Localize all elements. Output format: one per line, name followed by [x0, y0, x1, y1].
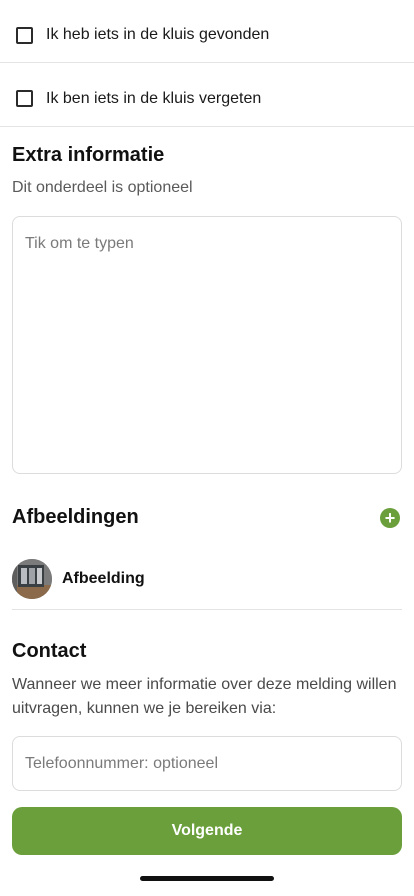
- extra-info-title: Extra informatie: [12, 144, 165, 166]
- checkbox-row-found[interactable]: Ik heb iets in de kluis gevonden: [0, 8, 414, 63]
- extra-info-subtitle: Dit onderdeel is optioneel: [12, 179, 193, 196]
- image-list-item[interactable]: Afbeelding: [12, 558, 402, 610]
- textarea-placeholder: Tik om te typen: [25, 235, 134, 252]
- next-button[interactable]: Volgende: [12, 807, 402, 855]
- phone-placeholder: Telefoonnummer: optioneel: [25, 754, 219, 772]
- contact-description: Wanneer we meer informatie over deze mel…: [12, 676, 397, 717]
- plus-circle-icon: +: [384, 508, 396, 528]
- image-thumbnail: [12, 558, 52, 599]
- phone-input[interactable]: Telefoonnummer: optioneel: [12, 736, 402, 791]
- checkbox-found-label: Ik heb iets in de kluis gevonden: [46, 26, 270, 43]
- checkbox-forgotten[interactable]: [16, 90, 33, 107]
- images-title: Afbeeldingen: [12, 506, 139, 528]
- checkbox-found[interactable]: [16, 26, 33, 44]
- contact-title: Contact: [12, 640, 87, 662]
- add-image-button[interactable]: +: [380, 508, 400, 528]
- extra-info-textarea[interactable]: Tik om te typen: [12, 216, 402, 474]
- checkbox-forgotten-label: Ik ben iets in de kluis vergeten: [46, 89, 262, 107]
- image-label: Afbeelding: [62, 569, 145, 587]
- home-indicator: [140, 876, 274, 881]
- checkbox-row-forgotten[interactable]: Ik ben iets in de kluis vergeten: [0, 71, 414, 127]
